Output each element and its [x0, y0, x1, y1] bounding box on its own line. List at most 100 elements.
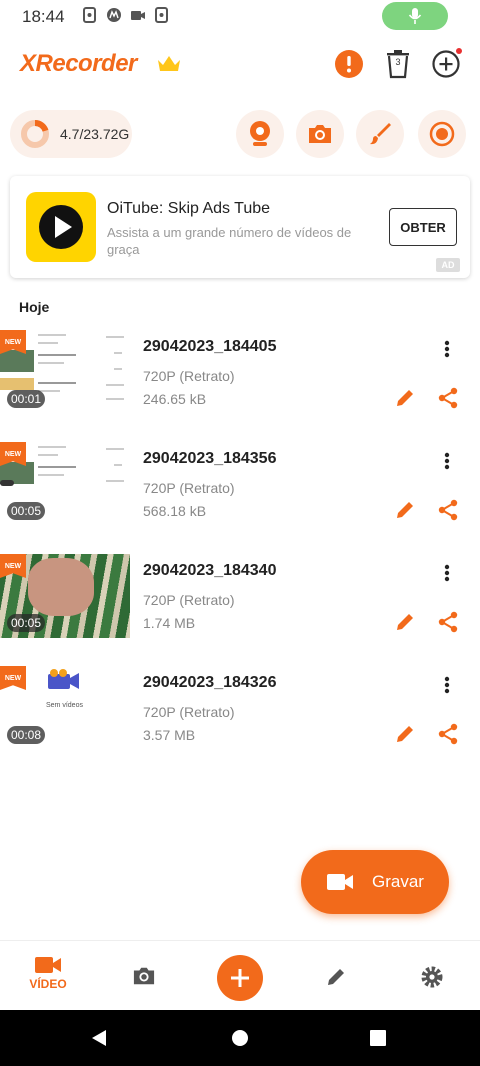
more-options-button[interactable] [436, 336, 458, 362]
thumb-caption: Sem vídeos [46, 702, 83, 709]
pencil-icon [397, 502, 413, 518]
pencil-icon [328, 969, 344, 985]
video-camera-icon [35, 957, 61, 973]
ad-title: OiTube: Skip Ads Tube [107, 200, 271, 217]
recents-icon[interactable] [369, 1029, 387, 1047]
share-icon [438, 387, 458, 409]
video-name: 29042023_184356 [143, 450, 277, 467]
storage-ring-icon [21, 120, 49, 148]
share-video-button[interactable] [436, 610, 460, 634]
alert-button[interactable] [333, 48, 365, 80]
video-duration: 00:08 [7, 726, 45, 744]
mic-icon [408, 8, 422, 24]
camera-icon [309, 125, 331, 143]
facecam-button[interactable] [236, 110, 284, 158]
video-camera-icon [327, 874, 354, 890]
record-tool-button[interactable] [418, 110, 466, 158]
bottom-navigation: VÍDEO [0, 940, 480, 1011]
video-thumbnail[interactable]: Sem vídeos NEW 00:08 [0, 666, 130, 750]
video-item[interactable]: NEW 00:05 29042023_184356 720P (Retrato)… [0, 442, 480, 532]
edit-video-button[interactable] [393, 610, 417, 634]
video-resolution: 720P (Retrato) [143, 480, 235, 496]
alert-icon [335, 50, 363, 78]
add-circle-icon [432, 48, 462, 78]
storage-indicator[interactable]: 4.7/23.72G [10, 110, 132, 158]
share-video-button[interactable] [436, 386, 460, 410]
record-fab-label: Gravar [372, 872, 424, 891]
more-vert-icon [444, 676, 450, 694]
share-video-button[interactable] [436, 722, 460, 746]
edit-video-button[interactable] [393, 722, 417, 746]
sim2-icon [154, 7, 170, 23]
camera-record-icon [130, 7, 146, 23]
record-fab-button[interactable]: Gravar [301, 850, 449, 914]
pencil-icon [397, 390, 413, 406]
system-navigation-bar [0, 1010, 480, 1066]
sim-icon [82, 7, 98, 23]
trash-count: 3 [395, 57, 401, 67]
nav-video-label: VÍDEO [29, 977, 67, 991]
ad-badge: AD [436, 258, 460, 272]
gear-icon [421, 966, 443, 988]
share-icon [438, 723, 458, 745]
video-resolution: 720P (Retrato) [143, 704, 235, 720]
video-size: 1.74 MB [143, 615, 196, 631]
nav-add-button[interactable] [217, 955, 263, 1001]
storage-text: 4.7/23.72G [60, 126, 130, 142]
video-item[interactable]: Sem vídeos NEW 00:08 29042023_184326 720… [0, 666, 480, 756]
pencil-icon [397, 614, 413, 630]
edit-video-button[interactable] [393, 386, 417, 410]
video-thumbnail[interactable]: NEW 00:05 [0, 442, 130, 526]
more-vert-icon [444, 452, 450, 470]
status-icons [82, 7, 170, 23]
ad-card[interactable]: OiTube: Skip Ads Tube Assista a um grand… [10, 176, 470, 278]
video-thumbnail[interactable]: NEW 00:01 [0, 330, 130, 414]
nav-settings-tab[interactable] [402, 965, 462, 989]
video-resolution: 720P (Retrato) [143, 592, 235, 608]
ad-app-icon [26, 192, 96, 262]
add-floating-button[interactable] [430, 48, 462, 80]
nav-screenshot-tab[interactable] [114, 965, 174, 987]
nav-video-tab[interactable]: VÍDEO [18, 955, 78, 991]
video-size: 568.18 kB [143, 503, 207, 519]
video-placeholder-icon [48, 669, 79, 689]
motorola-icon [106, 7, 122, 23]
ad-get-button[interactable]: OBTER [389, 208, 457, 246]
video-duration: 00:01 [7, 390, 45, 408]
mic-indicator[interactable] [382, 2, 448, 30]
status-bar: 18:44 [0, 0, 480, 34]
share-icon [438, 611, 458, 633]
home-icon[interactable] [231, 1029, 249, 1047]
more-options-button[interactable] [436, 448, 458, 474]
share-video-button[interactable] [436, 498, 460, 522]
brush-icon [370, 123, 391, 145]
video-duration: 00:05 [7, 614, 45, 632]
status-time: 18:44 [22, 7, 65, 26]
video-name: 29042023_184340 [143, 562, 277, 579]
video-resolution: 720P (Retrato) [143, 368, 235, 384]
nav-edit-tab[interactable] [306, 965, 366, 989]
share-icon [438, 499, 458, 521]
app-logo: XRecorder [20, 50, 137, 77]
more-options-button[interactable] [436, 560, 458, 586]
edit-video-button[interactable] [393, 498, 417, 522]
video-duration: 00:05 [7, 502, 45, 520]
pencil-icon [397, 726, 413, 742]
back-icon[interactable] [90, 1029, 108, 1047]
person-face [28, 558, 94, 616]
trash-button[interactable]: 3 [382, 48, 414, 80]
video-thumbnail[interactable]: NEW 00:05 [0, 554, 130, 638]
plus-icon [231, 969, 249, 987]
brush-tool-button[interactable] [356, 110, 404, 158]
screenshot-tool-button[interactable] [296, 110, 344, 158]
premium-crown-icon[interactable] [156, 54, 182, 79]
video-item[interactable]: NEW 00:05 29042023_184340 720P (Retrato)… [0, 554, 480, 644]
video-name: 29042023_184326 [143, 674, 277, 691]
video-item[interactable]: NEW 00:01 29042023_184405 720P (Retrato)… [0, 330, 480, 420]
camera-icon [133, 967, 155, 985]
ad-description: Assista a um grande número de vídeos de … [107, 225, 352, 257]
more-vert-icon [444, 340, 450, 358]
video-size: 246.65 kB [143, 391, 207, 407]
section-date-label: Hoje [19, 299, 50, 315]
more-options-button[interactable] [436, 672, 458, 698]
